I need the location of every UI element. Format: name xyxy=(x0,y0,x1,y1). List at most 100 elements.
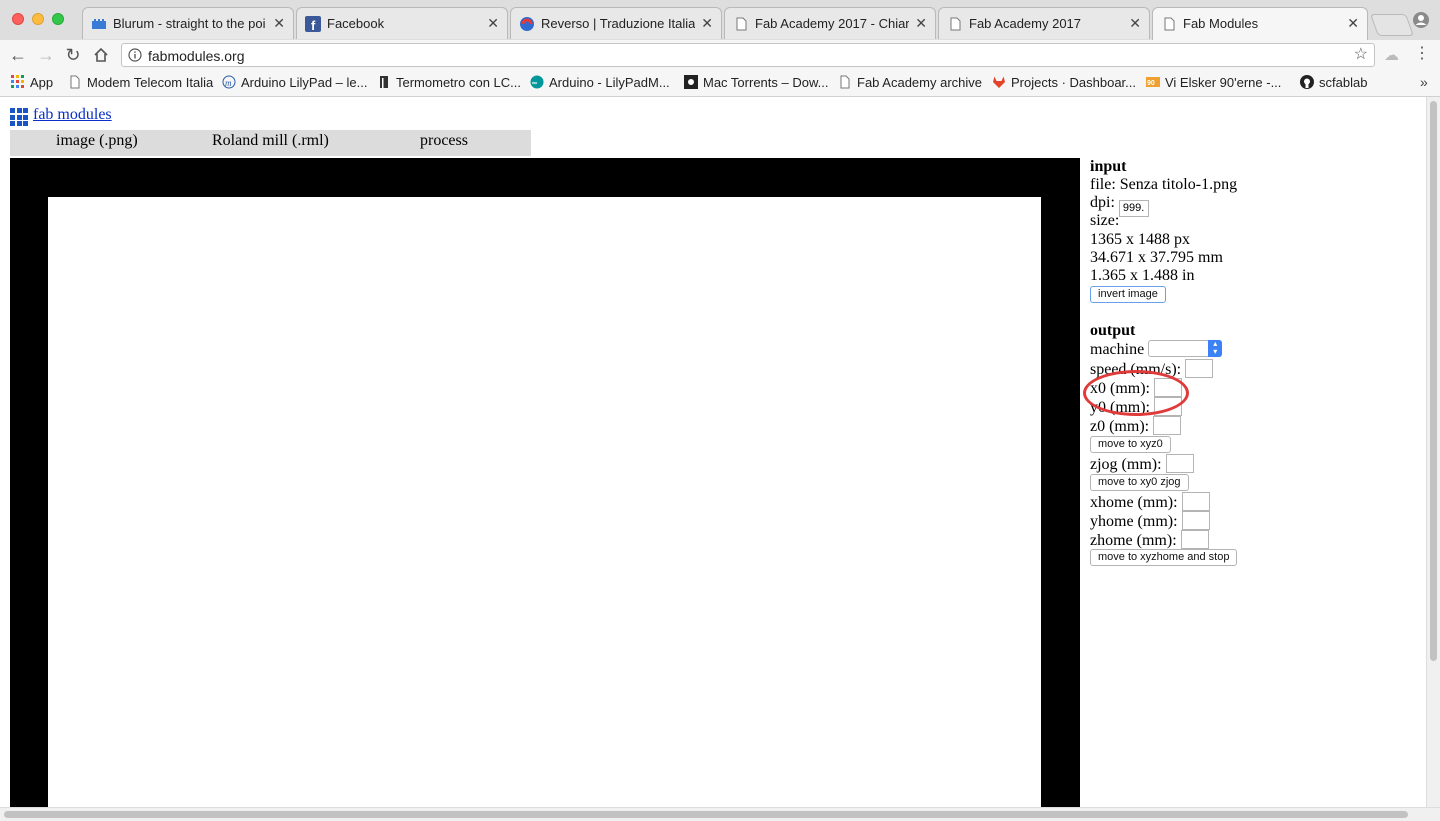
profile-icon[interactable] xyxy=(1412,11,1430,29)
gitlab-icon xyxy=(992,75,1006,89)
bookmark-label: scfablab xyxy=(1319,75,1368,90)
bookmark-arduino-lilypad[interactable]: m Arduino LilyPad – le... xyxy=(222,75,367,91)
tab-title: Fab Academy 2017 xyxy=(969,16,1082,31)
size-mm: 34.671 x 37.795 mm xyxy=(1090,249,1223,266)
close-window-button[interactable] xyxy=(12,13,24,25)
tab-reverso[interactable]: Reverso | Traduzione Italiano ✕ xyxy=(510,7,722,39)
tab-facebook[interactable]: f Facebook ✕ xyxy=(296,7,508,39)
info-icon[interactable] xyxy=(128,48,142,62)
document-icon xyxy=(947,16,963,32)
address-bar[interactable]: fabmodules.org ☆ xyxy=(121,43,1375,67)
dpi-input[interactable]: 999. xyxy=(1118,200,1149,217)
bookmark-arduino-lilypadm[interactable]: ∞ Arduino - LilyPadM... xyxy=(530,75,670,91)
url-text: fabmodules.org xyxy=(148,48,245,64)
tab-fab-academy-chiara[interactable]: Fab Academy 2017 - Chiara ✕ xyxy=(724,7,936,39)
mactorrents-icon xyxy=(684,75,698,89)
bookmark-star-icon[interactable]: ☆ xyxy=(1354,46,1368,64)
fab-modules-link[interactable]: fab modules xyxy=(33,106,112,124)
arduino-icon: ∞ xyxy=(530,75,544,89)
red-annotation-circle xyxy=(1083,370,1189,416)
close-icon[interactable]: ✕ xyxy=(273,15,285,31)
machine-select[interactable]: ▴ ▾ xyxy=(1148,340,1223,357)
invert-image-button[interactable]: invert image xyxy=(1090,286,1166,303)
bookmark-projects-dashboard[interactable]: Projects · Dashboar... xyxy=(992,75,1136,91)
chevron-updown-icon: ▴ ▾ xyxy=(1208,340,1223,357)
zhome-input[interactable] xyxy=(1180,530,1209,549)
bookmark-modem-telecom[interactable]: Modem Telecom Italia xyxy=(68,75,213,91)
close-icon[interactable]: ✕ xyxy=(1129,15,1141,31)
move-to-xyz0-button[interactable]: move to xyz0 xyxy=(1090,436,1171,453)
bookmark-label: Fab Academy archive xyxy=(857,75,983,90)
bookmark-vi-elsker[interactable]: 90 Vi Elsker 90'erne -... xyxy=(1146,75,1281,91)
vertical-scrollbar[interactable] xyxy=(1426,97,1440,807)
new-tab-button[interactable] xyxy=(1369,14,1415,36)
module-menu-bar: image (.png) Roland mill (.rml) process xyxy=(10,130,531,156)
document-icon xyxy=(838,75,852,89)
drive-extension-icon[interactable]: ☁ xyxy=(1384,46,1399,64)
fab-modules-logo-icon xyxy=(10,108,28,126)
more-bookmarks-icon[interactable]: » xyxy=(1420,74,1428,90)
close-icon[interactable]: ✕ xyxy=(1347,15,1359,31)
menu-roland-mill-rml[interactable]: Roland mill (.rml) xyxy=(212,132,329,150)
z0-input[interactable] xyxy=(1153,416,1182,435)
yhome-label: yhome (mm): xyxy=(1090,513,1178,530)
z0-label: z0 (mm): xyxy=(1090,418,1150,435)
vertical-scroll-thumb[interactable] xyxy=(1430,101,1437,661)
maximize-window-button[interactable] xyxy=(52,13,64,25)
bookmark-label: Projects · Dashboar... xyxy=(1011,75,1136,90)
close-icon[interactable]: ✕ xyxy=(701,15,713,31)
browser-toolbar: ← → ↻ fabmodules.org ☆ ☁ ⋮ xyxy=(0,40,1440,70)
bookmark-mac-torrents[interactable]: Mac Torrents – Dow... xyxy=(684,75,828,91)
home-icon[interactable] xyxy=(91,45,111,65)
svg-text:m: m xyxy=(225,78,232,88)
size-px: 1365 x 1488 px xyxy=(1090,231,1190,248)
zhome-label: zhome (mm): xyxy=(1090,532,1177,549)
back-icon[interactable]: ← xyxy=(8,45,28,65)
xhome-input[interactable] xyxy=(1181,492,1210,511)
bookmark-app[interactable]: App xyxy=(11,75,53,91)
yhome-input[interactable] xyxy=(1181,511,1210,530)
horizontal-scroll-thumb[interactable] xyxy=(4,811,1408,818)
bookmark-fab-academy-archive[interactable]: Fab Academy archive xyxy=(838,75,982,91)
bookmark-label: App xyxy=(30,75,54,90)
zhome-row: zhome (mm): xyxy=(1090,530,1209,550)
tab-fab-modules[interactable]: Fab Modules ✕ xyxy=(1152,7,1368,41)
tab-title: Facebook xyxy=(327,16,385,31)
image-canvas-content xyxy=(48,197,1041,807)
menu-process[interactable]: process xyxy=(420,132,468,150)
page-content: fab modules image (.png) Roland mill (.r… xyxy=(0,97,1426,807)
move-to-xy0-zjog-button[interactable]: move to xy0 zjog xyxy=(1090,474,1189,491)
zjog-row: zjog (mm): xyxy=(1090,454,1194,474)
document-icon xyxy=(1161,16,1177,32)
size-in: 1.365 x 1.488 in xyxy=(1090,267,1195,284)
svg-text:f: f xyxy=(311,18,316,32)
move-to-xyzhome-and-stop-button[interactable]: move to xyzhome and stop xyxy=(1090,549,1238,566)
xhome-label: xhome (mm): xyxy=(1090,494,1178,511)
horizontal-scrollbar[interactable] xyxy=(0,807,1440,821)
zjog-input[interactable] xyxy=(1165,454,1194,473)
bookmark-scfablab[interactable]: scfablab xyxy=(1300,75,1367,91)
bookmark-label: Vi Elsker 90'erne -... xyxy=(1165,75,1282,90)
close-icon[interactable]: ✕ xyxy=(915,15,927,31)
forward-icon[interactable]: → xyxy=(36,45,56,65)
z0-row: z0 (mm): xyxy=(1090,416,1182,436)
file-name: Senza titolo-1.png xyxy=(1119,176,1238,193)
yhome-row: yhome (mm): xyxy=(1090,511,1210,531)
file-label: file: xyxy=(1090,176,1116,193)
bookmarks-bar: App Modem Telecom Italia m Arduino LilyP… xyxy=(0,70,1440,97)
reload-icon[interactable]: ↻ xyxy=(63,45,83,65)
file-row: file: Senza titolo-1.png xyxy=(1090,176,1237,194)
tab-strip: Blurum - straight to the poi ✕ f Faceboo… xyxy=(0,0,1440,41)
close-icon[interactable]: ✕ xyxy=(487,15,499,31)
tab-blurum[interactable]: Blurum - straight to the poi ✕ xyxy=(82,7,294,39)
minimize-window-button[interactable] xyxy=(32,13,44,25)
bookmark-termometro[interactable]: Termometro con LC... xyxy=(377,75,521,91)
tab-fab-academy-2017[interactable]: Fab Academy 2017 ✕ xyxy=(938,7,1150,39)
m-logo-icon: m xyxy=(222,75,236,89)
menu-dots-icon[interactable]: ⋮ xyxy=(1414,45,1430,63)
menu-image-png[interactable]: image (.png) xyxy=(56,132,138,150)
output-heading: output xyxy=(1090,322,1136,339)
bookmark-label: Modem Telecom Italia xyxy=(87,75,214,90)
speed-input[interactable] xyxy=(1185,359,1214,378)
input-heading: input xyxy=(1090,158,1127,175)
